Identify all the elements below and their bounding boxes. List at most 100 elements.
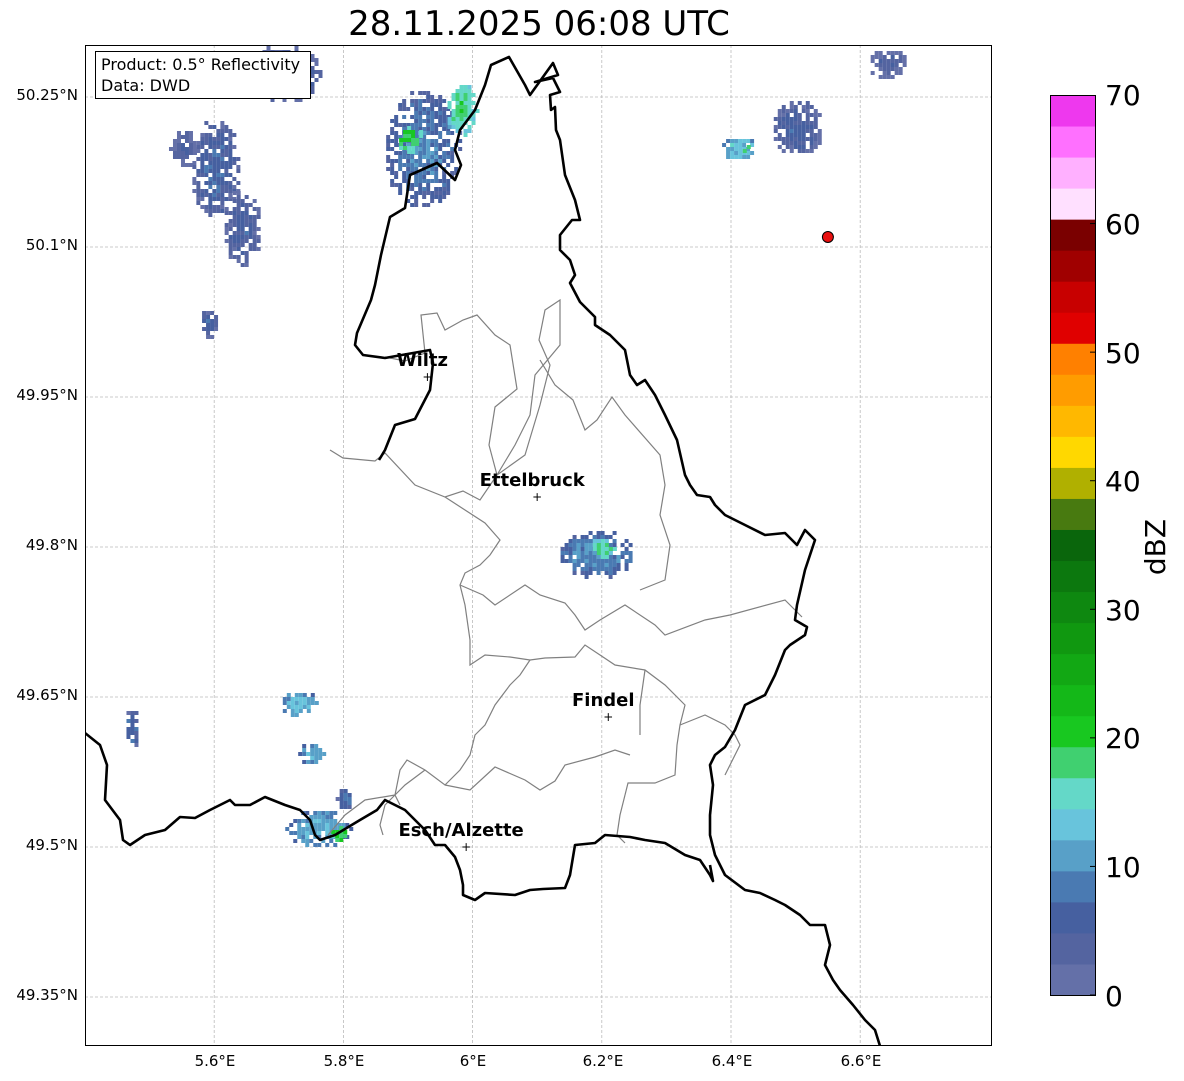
echo-cell	[244, 235, 249, 239]
echo-cell	[455, 121, 460, 125]
echo-cell	[180, 155, 185, 159]
echo-cell	[402, 123, 407, 127]
echo-cell	[212, 173, 217, 177]
echo-cell	[252, 219, 257, 223]
radar-map[interactable]: +Wiltz+Ettelbruck+Findel+Esch/Alzette	[85, 45, 992, 1046]
echo-cell	[604, 559, 609, 563]
echo-cell	[415, 142, 420, 146]
echo-cell	[347, 793, 352, 797]
echo-cell	[588, 531, 593, 535]
echo-cell	[212, 161, 217, 165]
echo-cell	[232, 133, 237, 137]
lon-tick-label: 6.6°E	[840, 1052, 882, 1070]
echo-cell	[306, 705, 311, 709]
echo-cell	[624, 559, 629, 563]
echo-cell	[172, 151, 177, 155]
echo-cell	[313, 819, 318, 823]
echo-cell	[248, 227, 253, 231]
echo-cell	[781, 105, 786, 109]
echo-cell	[305, 827, 310, 831]
echo-cell	[184, 163, 189, 167]
echo-cell	[624, 547, 629, 551]
echo-cell	[188, 135, 193, 139]
echo-cell	[399, 146, 404, 150]
echo-cell	[220, 181, 225, 185]
echo-cell	[228, 195, 233, 199]
echo-cell	[398, 151, 403, 155]
city-marker-icon: +	[532, 490, 542, 504]
echo-cell	[294, 46, 299, 50]
echo-cell	[742, 139, 747, 143]
echo-cell	[329, 815, 334, 819]
echo-cell	[572, 539, 577, 543]
echo-cell	[339, 797, 344, 801]
echo-cell	[228, 157, 233, 161]
echo-cell	[212, 125, 217, 129]
echo-cell	[310, 752, 315, 756]
echo-cell	[817, 133, 822, 137]
echo-cell	[471, 93, 476, 97]
echo-cell	[313, 811, 318, 815]
echo-cell	[781, 141, 786, 145]
echo-cell	[414, 195, 419, 199]
echo-cell	[781, 117, 786, 121]
echo-cell	[434, 147, 439, 151]
echo-cell	[228, 161, 233, 165]
echo-cell	[426, 91, 431, 95]
echo-cell	[793, 133, 798, 137]
echo-cell	[228, 255, 233, 259]
echo-cell	[890, 63, 895, 67]
echo-cell	[463, 89, 468, 93]
echo-cell	[402, 115, 407, 119]
map-panel[interactable]: + Wiltz + Ettelbruck + Findel + Esch/Alzette	[85, 45, 992, 1046]
colorbar-swatch	[1050, 839, 1096, 872]
echo-cell	[310, 90, 315, 94]
echo-cell	[302, 705, 307, 709]
echo-cell	[240, 239, 245, 243]
echo-cell	[204, 193, 209, 197]
echo-cell	[216, 133, 221, 137]
echo-cell	[301, 835, 306, 839]
echo-cell	[204, 165, 209, 169]
echo-cell	[785, 113, 790, 117]
echo-cell	[212, 189, 217, 193]
echo-cell	[232, 223, 237, 227]
echo-cell	[220, 121, 225, 125]
echo-cell	[394, 151, 399, 155]
echo-cell	[434, 103, 439, 107]
echo-cell	[463, 133, 468, 137]
echo-cell	[438, 135, 443, 139]
echo-cell	[289, 831, 294, 835]
lon-tick-label: 6.4°E	[711, 1052, 753, 1070]
echo-cell	[600, 531, 605, 535]
echo-cell	[793, 121, 798, 125]
echo-cell	[294, 701, 299, 705]
echo-cell	[430, 159, 435, 163]
echo-cell	[418, 99, 423, 103]
echo-cell	[216, 137, 221, 141]
echo-cell	[442, 175, 447, 179]
echo-cell	[192, 151, 197, 155]
echo-cell	[882, 71, 887, 75]
echo-cell	[738, 143, 743, 147]
colorbar-swatch	[1050, 932, 1096, 965]
echo-cell	[442, 179, 447, 183]
echo-cell	[248, 203, 253, 207]
echo-cell	[290, 713, 295, 717]
echo-cell	[204, 121, 209, 125]
echo-cell	[188, 151, 193, 155]
echo-cell	[434, 155, 439, 159]
echo-cell	[212, 149, 217, 153]
echo-cell	[777, 137, 782, 141]
echo-cell	[398, 191, 403, 195]
colorbar-swatch	[1050, 219, 1096, 251]
echo-cell	[434, 167, 439, 171]
echo-cell	[789, 133, 794, 137]
echo-cell	[890, 75, 895, 79]
echo-cell	[210, 323, 215, 327]
echo-cell	[224, 125, 229, 129]
echo-cell	[390, 167, 395, 171]
echo-cell	[196, 157, 201, 161]
echo-cell	[422, 155, 427, 159]
map-title: 28.11.2025 06:08 UTC	[348, 4, 730, 44]
